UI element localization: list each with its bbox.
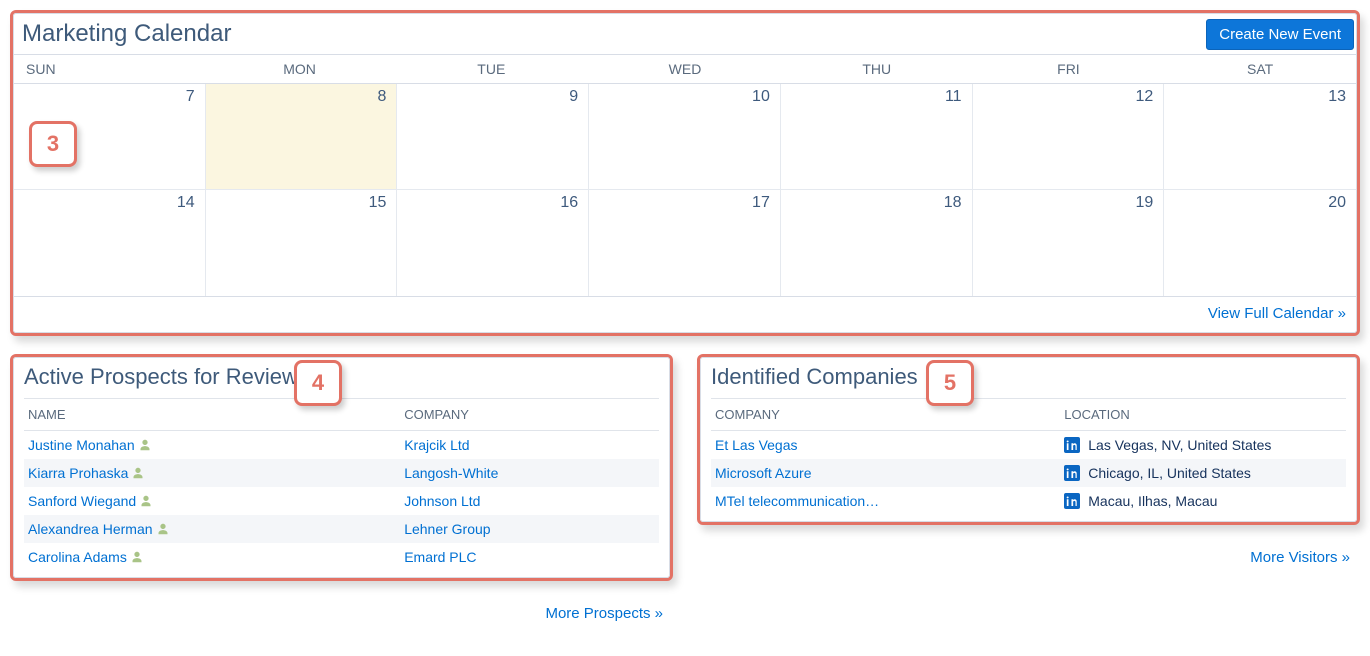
- companies-title: Identified Companies: [701, 358, 1356, 396]
- calendar-cell[interactable]: 8: [206, 84, 398, 190]
- calendar-dayname: THU: [781, 55, 973, 83]
- companies-col-company: COMPANY: [711, 399, 1060, 431]
- more-visitors-link[interactable]: More Visitors »: [1250, 549, 1350, 566]
- active-prospects-panel: Active Prospects for Review 4 NAME COMPA…: [10, 354, 673, 581]
- table-row: Et Las Vegas Las Vegas, NV, United States: [711, 431, 1346, 460]
- prospect-company-link[interactable]: Johnson Ltd: [404, 493, 480, 509]
- calendar-date-number: 11: [945, 88, 962, 106]
- calendar-date-number: 13: [1328, 88, 1346, 106]
- table-row: Kiarra Prohaska Langosh-White: [24, 459, 659, 487]
- table-row: Alexandrea Herman Lehner Group: [24, 515, 659, 543]
- person-icon: [157, 523, 169, 535]
- company-link[interactable]: MTel telecommunication…: [715, 493, 879, 509]
- prospect-name-link[interactable]: Sanford Wiegand: [28, 493, 136, 509]
- marketing-calendar-panel: 3 Marketing Calendar Create New Event SU…: [10, 10, 1360, 336]
- prospect-company-link[interactable]: Emard PLC: [404, 549, 476, 565]
- person-icon: [139, 439, 151, 451]
- calendar-cell[interactable]: 14: [14, 190, 206, 296]
- linkedin-icon[interactable]: [1064, 437, 1080, 453]
- calendar-cell[interactable]: 10: [589, 84, 781, 190]
- annotation-badge-4: 4: [294, 360, 342, 406]
- table-row: Justine Monahan Krajcik Ltd: [24, 431, 659, 460]
- calendar-cell[interactable]: 13: [1164, 84, 1356, 190]
- calendar-date-number: 7: [186, 88, 195, 106]
- company-location: Chicago, IL, United States: [1088, 465, 1251, 481]
- prospect-name-link[interactable]: Justine Monahan: [28, 437, 135, 453]
- prospect-company-link[interactable]: Langosh-White: [404, 465, 498, 481]
- calendar-date-number: 18: [944, 194, 962, 212]
- company-link[interactable]: Microsoft Azure: [715, 465, 811, 481]
- prospect-name-link[interactable]: Alexandrea Herman: [28, 521, 153, 537]
- create-event-button[interactable]: Create New Event: [1206, 19, 1354, 50]
- calendar-cell[interactable]: 11: [781, 84, 973, 190]
- calendar-cell[interactable]: 18: [781, 190, 973, 296]
- calendar-dayname: TUE: [397, 55, 589, 83]
- more-prospects-link[interactable]: More Prospects »: [545, 605, 663, 622]
- calendar-dayname: WED: [589, 55, 781, 83]
- calendar-date-number: 14: [177, 194, 195, 212]
- companies-table: COMPANY LOCATION Et Las Vegas Las Vegas, …: [711, 398, 1346, 515]
- table-row: Sanford Wiegand Johnson Ltd: [24, 487, 659, 515]
- calendar-dayname: FRI: [973, 55, 1165, 83]
- calendar-date-number: 19: [1135, 194, 1153, 212]
- prospects-table: NAME COMPANY Justine Monahan Krajcik Ltd K…: [24, 398, 659, 571]
- annotation-badge-3: 3: [29, 121, 77, 167]
- table-row: Microsoft Azure Chicago, IL, United State…: [711, 459, 1346, 487]
- calendar-date-number: 17: [752, 194, 770, 212]
- calendar-dayname: SAT: [1164, 55, 1356, 83]
- calendar-date-number: 8: [378, 88, 387, 106]
- prospect-company-link[interactable]: Krajcik Ltd: [404, 437, 469, 453]
- company-location: Macau, Ilhas, Macau: [1088, 493, 1217, 509]
- prospect-name-link[interactable]: Carolina Adams: [28, 549, 127, 565]
- view-full-calendar-link[interactable]: View Full Calendar »: [1208, 305, 1346, 322]
- calendar-dayname: SUN: [14, 55, 206, 83]
- calendar-cell[interactable]: 19: [973, 190, 1165, 296]
- calendar-date-number: 15: [369, 194, 387, 212]
- calendar-cell[interactable]: 17: [589, 190, 781, 296]
- calendar-date-number: 16: [560, 194, 578, 212]
- annotation-badge-5: 5: [926, 360, 974, 406]
- prospects-col-company: COMPANY: [400, 399, 659, 431]
- prospects-col-name: NAME: [24, 399, 400, 431]
- prospect-company-link[interactable]: Lehner Group: [404, 521, 490, 537]
- table-row: MTel telecommunication… Macau, Ilhas, Mac…: [711, 487, 1346, 515]
- table-row: Carolina Adams Emard PLC: [24, 543, 659, 571]
- calendar-cell[interactable]: 20: [1164, 190, 1356, 296]
- calendar-date-number: 10: [752, 88, 770, 106]
- calendar-date-number: 9: [569, 88, 578, 106]
- calendar-cell[interactable]: 12: [973, 84, 1165, 190]
- calendar-cell[interactable]: 16: [397, 190, 589, 296]
- companies-col-location: LOCATION: [1060, 399, 1346, 431]
- calendar-title: Marketing Calendar: [20, 16, 233, 52]
- linkedin-icon[interactable]: [1064, 493, 1080, 509]
- calendar-date-number: 20: [1328, 194, 1346, 212]
- prospect-name-link[interactable]: Kiarra Prohaska: [28, 465, 128, 481]
- person-icon: [131, 551, 143, 563]
- calendar-cell[interactable]: 9: [397, 84, 589, 190]
- person-icon: [140, 495, 152, 507]
- person-icon: [132, 467, 144, 479]
- company-location: Las Vegas, NV, United States: [1088, 437, 1271, 453]
- calendar-date-number: 12: [1135, 88, 1153, 106]
- company-link[interactable]: Et Las Vegas: [715, 437, 798, 453]
- identified-companies-panel: Identified Companies 5 COMPANY LOCATION …: [697, 354, 1360, 525]
- calendar-dayname: MON: [206, 55, 398, 83]
- calendar-cell[interactable]: 15: [206, 190, 398, 296]
- linkedin-icon[interactable]: [1064, 465, 1080, 481]
